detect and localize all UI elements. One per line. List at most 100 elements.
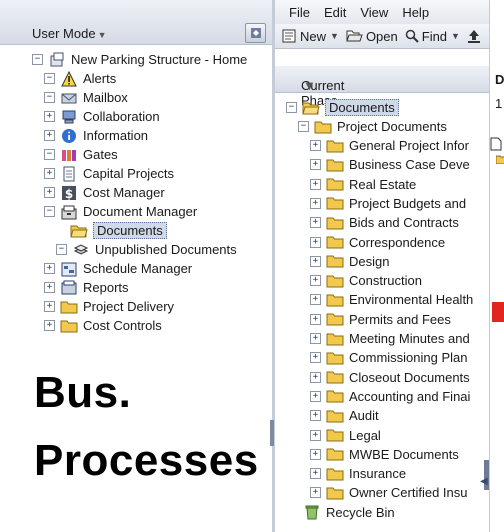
upload-button[interactable] xyxy=(467,29,484,43)
collapse-icon[interactable]: − xyxy=(32,54,43,65)
expand-icon[interactable]: + xyxy=(310,197,321,209)
tree-item-folder[interactable]: + Insurance xyxy=(310,464,406,483)
chevron-down-icon[interactable]: ▼ xyxy=(451,31,460,41)
tree-item-label: Project Budgets and xyxy=(349,195,467,211)
tree-item-folder[interactable]: + Bids and Contracts xyxy=(310,213,459,232)
expand-icon[interactable]: + xyxy=(310,313,321,325)
expand-icon[interactable]: + xyxy=(44,111,55,122)
tree-item-project-delivery[interactable]: + Project Delivery xyxy=(44,297,174,316)
menu-edit[interactable]: Edit xyxy=(324,5,346,20)
expand-icon[interactable]: + xyxy=(44,168,55,179)
menu-help[interactable]: Help xyxy=(402,5,429,20)
expand-icon[interactable]: + xyxy=(310,159,321,171)
tree-item-collaboration[interactable]: + Collaboration xyxy=(44,107,160,126)
collapse-arrow-icon[interactable]: ◀ xyxy=(480,476,488,487)
expand-icon[interactable]: + xyxy=(310,333,321,344)
tree-item-folder[interactable]: + Audit xyxy=(310,406,379,425)
tree-item-reports[interactable]: + Reports xyxy=(44,278,129,297)
menu-view[interactable]: View xyxy=(360,5,388,20)
expand-icon[interactable]: + xyxy=(44,130,55,141)
collapse-icon[interactable]: − xyxy=(44,92,55,103)
tree-item-capital-projects[interactable]: + Capital Projects xyxy=(44,164,174,183)
expand-icon[interactable]: + xyxy=(310,468,321,480)
tree-item-folder[interactable]: + Accounting and Finai xyxy=(310,387,470,406)
search-icon xyxy=(405,29,419,43)
tree-item-gates[interactable]: − Gates xyxy=(44,145,118,164)
expand-icon[interactable]: + xyxy=(310,255,321,267)
tree-item-folder[interactable]: + Closeout Documents xyxy=(310,368,470,387)
collapse-icon[interactable]: − xyxy=(298,121,309,132)
expand-icon[interactable]: + xyxy=(310,275,321,287)
expand-icon[interactable]: + xyxy=(310,429,321,441)
menu-file[interactable]: File xyxy=(289,5,310,20)
tree-item-folder[interactable]: + General Project Infor xyxy=(310,136,469,155)
tree-item-home[interactable]: − New Parking Structure - Home xyxy=(32,50,247,69)
tree-item-folder[interactable]: + Environmental Health xyxy=(310,290,473,309)
user-mode-dropdown[interactable]: User Mode ▼ xyxy=(32,26,107,41)
tree-item-folder[interactable]: + Real Estate xyxy=(310,175,416,194)
tree-item-folder[interactable]: + Legal xyxy=(310,426,381,445)
expand-icon[interactable]: + xyxy=(310,371,321,383)
tree-item-folder[interactable]: + Design xyxy=(310,252,389,271)
open-button[interactable]: Open xyxy=(346,29,398,44)
expand-icon[interactable]: + xyxy=(44,187,55,198)
tree-item-folder[interactable]: + MWBE Documents xyxy=(310,445,459,464)
tree-item-documents-root[interactable]: − Documents xyxy=(286,98,399,117)
collapse-icon[interactable]: − xyxy=(286,102,297,113)
tree-item-folder[interactable]: + Owner Certified Insu xyxy=(310,483,468,502)
folder-icon xyxy=(326,388,344,404)
tree-item-information[interactable]: + Information xyxy=(44,126,148,145)
folder-icon xyxy=(326,485,344,501)
folder-icon[interactable] xyxy=(495,152,504,167)
tree-item-folder[interactable]: + Commissioning Plan xyxy=(310,348,468,367)
collapse-icon[interactable]: − xyxy=(44,149,55,160)
expand-icon[interactable]: + xyxy=(44,263,55,274)
collapse-icon[interactable]: − xyxy=(44,206,55,217)
find-button[interactable]: Find ▼ xyxy=(405,29,460,44)
expand-icon[interactable]: + xyxy=(310,294,321,306)
project-icon xyxy=(48,52,66,68)
new-button-label: New xyxy=(300,28,327,44)
tree-item-folder[interactable]: + Project Budgets and xyxy=(310,194,466,213)
tree-item-alerts[interactable]: − Alerts xyxy=(44,69,116,88)
expand-icon[interactable]: + xyxy=(310,448,321,460)
tree-item-label: Gates xyxy=(83,147,118,162)
chevron-down-icon[interactable]: ▼ xyxy=(330,31,339,41)
expand-icon[interactable]: + xyxy=(310,352,321,364)
expand-icon[interactable]: + xyxy=(310,236,321,248)
tree-item-mailbox[interactable]: − Mailbox xyxy=(44,88,128,107)
expand-icon[interactable]: + xyxy=(310,178,321,190)
tree-item-folder[interactable]: + Permits and Fees xyxy=(310,310,451,329)
tree-item-documents[interactable]: Documents xyxy=(70,221,167,240)
expand-icon[interactable]: + xyxy=(310,140,321,151)
folder-icon xyxy=(326,157,344,173)
tree-item-document-manager[interactable]: − Document Manager xyxy=(44,202,197,221)
collapse-icon[interactable]: − xyxy=(56,244,67,255)
tree-item-folder[interactable]: + Construction xyxy=(310,271,422,290)
tree-item-cost-controls[interactable]: + Cost Controls xyxy=(44,316,162,335)
tree-item-label: Cost Controls xyxy=(83,318,162,333)
tree-item-label: Capital Projects xyxy=(83,166,175,181)
tree-item-unpublished-documents[interactable]: − Unpublished Documents xyxy=(56,240,237,259)
user-mode-settings-icon[interactable] xyxy=(245,23,266,43)
expand-icon[interactable]: + xyxy=(44,301,55,312)
tree-item-schedule-manager[interactable]: + Schedule Manager xyxy=(44,259,192,278)
expand-icon[interactable]: + xyxy=(310,390,321,402)
tree-item-recycle-bin[interactable]: Recycle Bin xyxy=(303,503,395,522)
expand-icon[interactable]: + xyxy=(310,410,321,422)
splitter-handle[interactable] xyxy=(270,420,274,446)
expand-icon[interactable]: + xyxy=(310,487,321,499)
tree-item-cost-manager[interactable]: + $ Cost Manager xyxy=(44,183,165,202)
expand-icon[interactable]: + xyxy=(310,217,321,229)
expand-icon[interactable]: + xyxy=(44,282,55,293)
folder-icon xyxy=(326,195,344,211)
tree-item-folder[interactable]: + Meeting Minutes and xyxy=(310,329,470,348)
folder-open-icon xyxy=(302,100,320,116)
tree-item-label: Commissioning Plan xyxy=(349,350,468,366)
expand-icon[interactable]: + xyxy=(44,320,55,331)
tree-item-folder[interactable]: + Business Case Deve xyxy=(310,155,470,174)
new-button[interactable]: New ▼ xyxy=(282,29,339,44)
collapse-icon[interactable]: − xyxy=(44,73,55,84)
tree-item-project-documents[interactable]: − Project Documents xyxy=(298,117,447,136)
tree-item-folder[interactable]: + Correspondence xyxy=(310,233,445,252)
